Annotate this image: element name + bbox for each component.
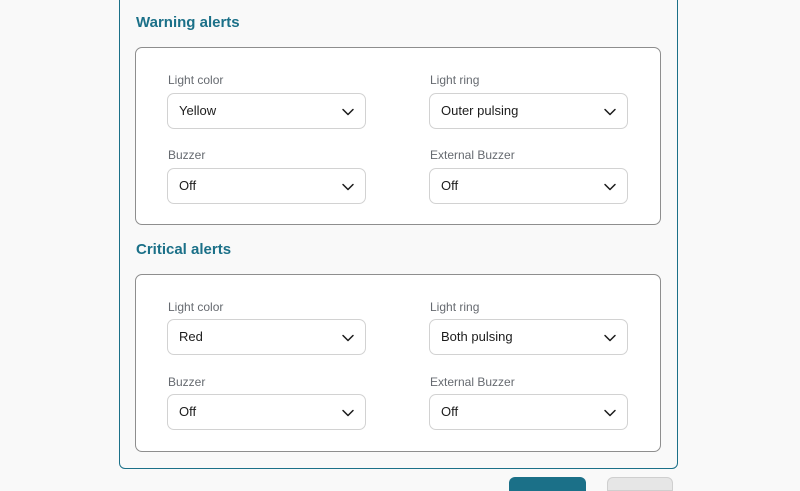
chevron-down-icon [342,334,354,342]
warning-light-color-select[interactable]: Yellow [167,93,366,129]
warning-light-color-value: Yellow [179,103,217,118]
warning-buzzer-value: Off [179,178,197,193]
warning-light-color-label: Light color [168,73,224,87]
chevron-down-icon [604,334,616,342]
chevron-down-icon [342,108,354,116]
critical-alerts-title: Critical alerts [136,241,232,258]
warning-light-ring-select[interactable]: Outer pulsing [429,93,628,129]
chevron-down-icon [604,183,616,191]
secondary-action-button[interactable] [607,477,673,491]
warning-light-ring-value: Outer pulsing [441,103,519,118]
warning-external-buzzer-label: External Buzzer [430,148,515,162]
primary-action-button[interactable] [509,477,586,491]
critical-buzzer-value: Off [179,404,197,419]
critical-light-ring-label: Light ring [430,300,480,314]
chevron-down-icon [604,409,616,417]
chevron-down-icon [342,183,354,191]
critical-buzzer-select[interactable]: Off [167,394,366,430]
critical-light-ring-select[interactable]: Both pulsing [429,319,628,355]
critical-light-ring-value: Both pulsing [441,329,513,344]
warning-light-ring-label: Light ring [430,73,480,87]
warning-buzzer-label: Buzzer [168,148,206,162]
critical-external-buzzer-label: External Buzzer [430,375,515,389]
warning-alerts-title: Warning alerts [136,14,240,31]
warning-external-buzzer-select[interactable]: Off [429,168,628,204]
critical-light-color-select[interactable]: Red [167,319,366,355]
critical-external-buzzer-value: Off [441,404,459,419]
chevron-down-icon [342,409,354,417]
warning-external-buzzer-value: Off [441,178,459,193]
chevron-down-icon [604,108,616,116]
critical-external-buzzer-select[interactable]: Off [429,394,628,430]
critical-light-color-label: Light color [168,300,224,314]
critical-buzzer-label: Buzzer [168,375,206,389]
warning-buzzer-select[interactable]: Off [167,168,366,204]
critical-light-color-value: Red [179,329,203,344]
